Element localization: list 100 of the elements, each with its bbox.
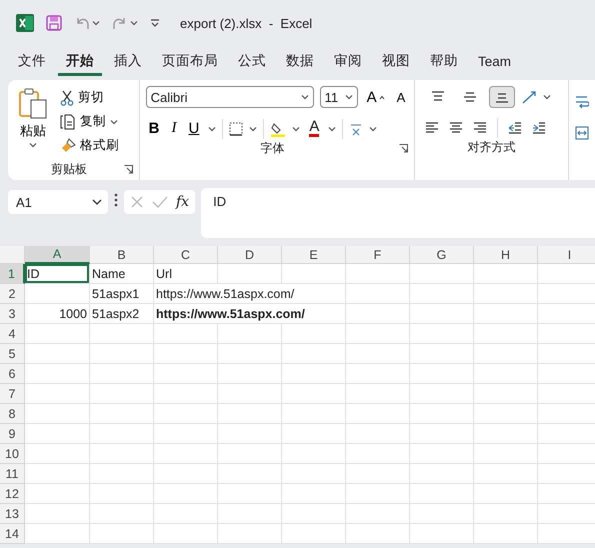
table-cell[interactable] bbox=[346, 444, 410, 464]
table-cell[interactable] bbox=[90, 444, 154, 464]
table-cell[interactable] bbox=[25, 524, 90, 544]
row-header[interactable]: 6 bbox=[0, 364, 25, 384]
table-cell[interactable] bbox=[90, 424, 154, 444]
row-header[interactable]: 14 bbox=[0, 524, 25, 544]
table-cell[interactable] bbox=[218, 484, 282, 504]
table-cell[interactable] bbox=[154, 344, 218, 364]
table-cell[interactable] bbox=[25, 464, 90, 484]
table-cell[interactable] bbox=[218, 324, 282, 344]
font-size-field[interactable]: 11 bbox=[320, 86, 358, 108]
table-cell[interactable] bbox=[25, 284, 90, 304]
column-header[interactable]: D bbox=[218, 246, 282, 264]
row-header[interactable]: 3 bbox=[0, 304, 25, 324]
table-cell[interactable] bbox=[410, 304, 474, 324]
table-cell[interactable] bbox=[474, 444, 538, 464]
table-cell[interactable] bbox=[25, 344, 90, 364]
table-cell[interactable] bbox=[282, 504, 346, 524]
select-all-corner[interactable] bbox=[0, 246, 25, 264]
table-cell[interactable] bbox=[25, 444, 90, 464]
table-cell[interactable] bbox=[474, 264, 538, 284]
ribbon-tab[interactable]: 审阅 bbox=[326, 48, 370, 76]
table-cell[interactable]: 51aspx1 bbox=[90, 284, 154, 304]
formula-input-field[interactable]: ID bbox=[201, 188, 595, 238]
table-cell[interactable] bbox=[346, 384, 410, 404]
ribbon-tab[interactable]: 视图 bbox=[374, 48, 418, 76]
table-cell[interactable] bbox=[218, 424, 282, 444]
name-box[interactable]: A1 bbox=[8, 190, 108, 214]
row-header[interactable]: 5 bbox=[0, 344, 25, 364]
ribbon-tab[interactable]: 页面布局 bbox=[154, 48, 226, 76]
table-cell[interactable] bbox=[474, 384, 538, 404]
table-cell[interactable] bbox=[410, 424, 474, 444]
table-cell[interactable] bbox=[218, 524, 282, 544]
ribbon-tab[interactable]: 帮助 bbox=[422, 48, 466, 76]
table-cell[interactable]: 1000 bbox=[25, 304, 90, 324]
table-cell[interactable] bbox=[410, 444, 474, 464]
table-cell[interactable] bbox=[346, 484, 410, 504]
table-cell[interactable]: Name bbox=[90, 264, 154, 284]
column-header[interactable]: E bbox=[282, 246, 346, 264]
table-cell[interactable] bbox=[282, 464, 346, 484]
italic-button[interactable]: I bbox=[168, 118, 180, 139]
table-cell[interactable] bbox=[346, 264, 410, 284]
row-header[interactable]: 13 bbox=[0, 504, 25, 524]
table-cell[interactable] bbox=[410, 464, 474, 484]
table-cell[interactable] bbox=[474, 504, 538, 524]
ribbon-tab[interactable]: 开始 bbox=[58, 48, 102, 76]
table-cell[interactable] bbox=[25, 324, 90, 344]
table-cell[interactable] bbox=[218, 464, 282, 484]
table-cell[interactable] bbox=[90, 364, 154, 384]
table-cell[interactable] bbox=[218, 344, 282, 364]
table-cell[interactable] bbox=[346, 324, 410, 344]
table-cell[interactable] bbox=[90, 464, 154, 484]
table-cell[interactable] bbox=[282, 344, 346, 364]
table-cell[interactable] bbox=[410, 324, 474, 344]
table-cell[interactable] bbox=[25, 504, 90, 524]
table-cell[interactable] bbox=[474, 484, 538, 504]
row-header[interactable]: 11 bbox=[0, 464, 25, 484]
column-header[interactable]: A bbox=[25, 246, 90, 264]
table-cell[interactable] bbox=[25, 404, 90, 424]
table-cell[interactable] bbox=[154, 404, 218, 424]
table-cell[interactable] bbox=[282, 524, 346, 544]
table-cell[interactable] bbox=[154, 504, 218, 524]
table-cell[interactable] bbox=[154, 524, 218, 544]
table-cell[interactable] bbox=[218, 404, 282, 424]
table-cell[interactable]: https://www.51aspx.com/ bbox=[154, 284, 346, 304]
row-header[interactable]: 1 bbox=[0, 264, 25, 284]
font-name-field[interactable]: Calibri bbox=[146, 86, 314, 108]
table-cell[interactable] bbox=[25, 364, 90, 384]
table-cell[interactable] bbox=[410, 524, 474, 544]
row-header[interactable]: 9 bbox=[0, 424, 25, 444]
table-cell[interactable] bbox=[154, 464, 218, 484]
table-cell[interactable] bbox=[218, 364, 282, 384]
table-cell[interactable] bbox=[346, 284, 410, 304]
row-header[interactable]: 8 bbox=[0, 404, 25, 424]
table-cell[interactable]: https://www.51aspx.com/ bbox=[154, 304, 346, 324]
ribbon-tab[interactable]: 公式 bbox=[230, 48, 274, 76]
table-cell[interactable] bbox=[218, 384, 282, 404]
table-cell[interactable] bbox=[154, 484, 218, 504]
table-cell[interactable] bbox=[474, 524, 538, 544]
table-cell[interactable] bbox=[410, 384, 474, 404]
table-cell[interactable] bbox=[410, 404, 474, 424]
table-cell[interactable] bbox=[410, 504, 474, 524]
column-header[interactable]: C bbox=[154, 246, 218, 264]
row-header[interactable]: 12 bbox=[0, 484, 25, 504]
table-cell[interactable] bbox=[90, 384, 154, 404]
active-cell[interactable]: ID bbox=[25, 264, 90, 284]
table-cell[interactable] bbox=[25, 384, 90, 404]
column-header[interactable]: G bbox=[410, 246, 474, 264]
table-cell[interactable] bbox=[346, 344, 410, 364]
row-header[interactable]: 7 bbox=[0, 384, 25, 404]
format-painter-button[interactable]: 格式刷 bbox=[58, 136, 121, 155]
table-cell[interactable] bbox=[90, 524, 154, 544]
copy-button[interactable]: 复制 bbox=[58, 112, 121, 131]
grow-font-button[interactable]: A bbox=[364, 86, 388, 108]
table-cell[interactable] bbox=[90, 504, 154, 524]
vertical-align-button[interactable] bbox=[489, 86, 516, 108]
table-cell[interactable] bbox=[474, 464, 538, 484]
table-cell[interactable] bbox=[282, 444, 346, 464]
table-cell[interactable] bbox=[90, 324, 154, 344]
column-header[interactable]: H bbox=[474, 246, 538, 264]
